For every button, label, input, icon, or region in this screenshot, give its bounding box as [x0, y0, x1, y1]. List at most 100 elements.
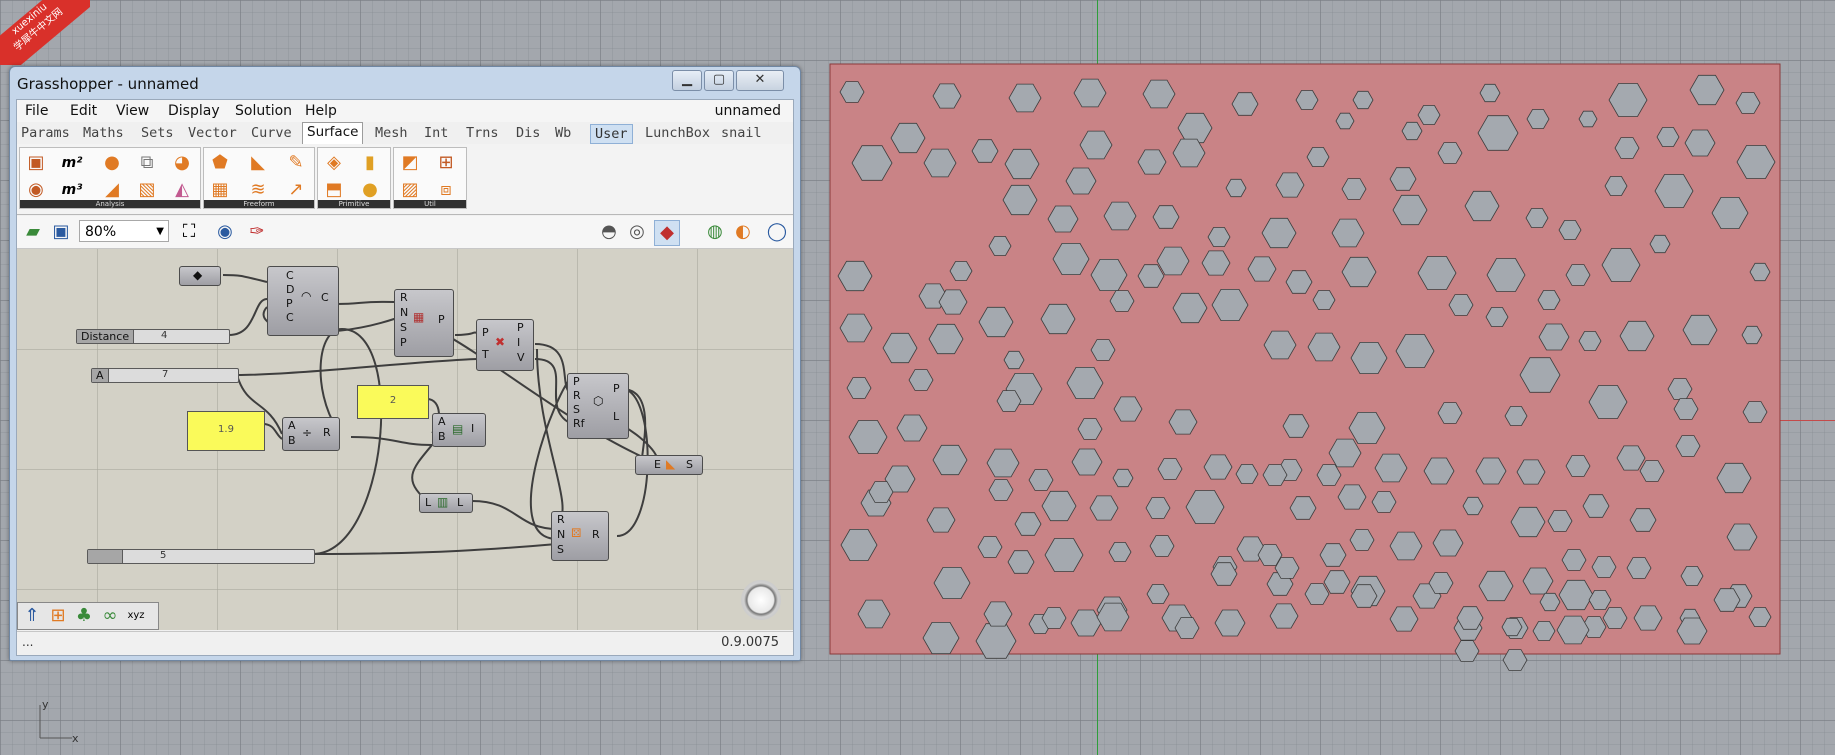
shaded-preview-icon[interactable]: ◎ [625, 220, 649, 244]
surface-closest-icon[interactable]: ◢ [100, 178, 124, 202]
display-mode-icon[interactable]: ◯ [765, 220, 789, 244]
input-pin[interactable]: R [557, 513, 565, 526]
output-pin[interactable]: L [457, 496, 463, 509]
sprout-icon[interactable]: ♣ [72, 604, 96, 628]
gh-canvas[interactable]: ◆ C D P C ◠ C Distance 4 R N S P ▦ P P T… [17, 249, 793, 630]
output-pin[interactable]: R [323, 426, 331, 439]
polygon-component[interactable]: P R S Rf ⬡ P L [567, 373, 629, 439]
output-pin[interactable]: C [321, 291, 329, 304]
divide-domain-icon[interactable]: ⊞ [434, 151, 458, 175]
slider-bottom[interactable]: 5 [87, 549, 315, 564]
extrude-icon[interactable]: ◣ [246, 151, 270, 175]
tab-maths[interactable]: Maths [79, 124, 128, 142]
panel-2[interactable]: 2 [357, 385, 429, 419]
network-surface-icon[interactable]: ▦ [208, 178, 232, 202]
input-pin[interactable]: S [400, 321, 407, 334]
title-bar[interactable]: Grasshopper - unnamed ▁ ▢ ✕ [10, 67, 800, 99]
extrude-component[interactable]: E ◣ S [635, 455, 703, 475]
input-pin[interactable]: A [438, 415, 446, 428]
geometry-param[interactable]: ◆ [179, 266, 221, 286]
menu-display[interactable]: Display [168, 103, 220, 119]
tab-snail[interactable]: snail [717, 124, 766, 142]
tab-dis[interactable]: Dis [512, 124, 544, 142]
rail-revolution-icon[interactable]: ↗ [284, 178, 308, 202]
volume-icon[interactable]: m³ [60, 178, 84, 202]
input-pin[interactable]: C [286, 311, 294, 324]
tab-wb[interactable]: Wb [551, 124, 575, 142]
wireframe-preview-icon[interactable]: ◓ [597, 220, 621, 244]
tab-lunchbox[interactable]: LunchBox [641, 124, 714, 142]
output-pin[interactable]: P [613, 382, 620, 395]
link-icon[interactable]: ∞ [98, 604, 122, 628]
output-pin[interactable]: L [613, 410, 619, 423]
output-pin[interactable]: P [517, 321, 524, 334]
menu-solution[interactable]: Solution [235, 103, 292, 119]
brep-closest-icon[interactable]: ● [100, 151, 124, 175]
loft-icon[interactable]: ✎ [284, 151, 308, 175]
brep-edges-icon[interactable]: ▧ [135, 178, 159, 202]
zoom-extents-icon[interactable]: ⛶ [177, 220, 201, 244]
output-pin[interactable]: P [438, 313, 445, 326]
input-pin[interactable]: C [286, 269, 294, 282]
input-pin[interactable]: P [400, 336, 407, 349]
tab-trns[interactable]: Trns [462, 124, 503, 142]
output-pin[interactable]: I [517, 336, 520, 349]
minimize-button[interactable]: ▁ [672, 70, 702, 91]
area-icon[interactable]: m² [60, 151, 84, 175]
open-file-icon[interactable]: ▰ [21, 220, 45, 244]
point-in-icon[interactable]: ◕ [170, 151, 194, 175]
slider-a[interactable]: A 7 [91, 368, 239, 383]
sphere-icon[interactable]: ● [358, 178, 382, 202]
jump-icon[interactable]: ⇑ [20, 604, 44, 628]
sketch-pen-icon[interactable]: ✑ [245, 220, 269, 244]
input-pin[interactable]: R [400, 291, 408, 304]
output-pin[interactable]: I [471, 422, 474, 435]
plane-surface-icon[interactable]: ⬒ [322, 178, 346, 202]
input-pin[interactable]: P [286, 297, 293, 310]
input-pin[interactable]: A [288, 419, 296, 432]
input-pin[interactable]: S [557, 543, 564, 556]
divide-surface-component[interactable]: R N S P ▦ P [394, 289, 454, 357]
tab-int[interactable]: Int [420, 124, 452, 142]
cylinder-icon[interactable]: ▮ [358, 151, 382, 175]
output-pin[interactable]: S [686, 458, 693, 471]
tab-vector[interactable]: Vector [184, 124, 241, 142]
list-length-component[interactable]: L ▥ L [419, 493, 473, 513]
copy-trim-icon[interactable]: ⧈ [434, 178, 458, 202]
four-point-surface-icon[interactable]: ⬟ [208, 151, 232, 175]
input-pin[interactable]: P [573, 375, 580, 388]
isotrim-icon[interactable]: ▨ [398, 178, 422, 202]
input-pin[interactable]: L [425, 496, 431, 509]
selected-preview-icon[interactable]: ◆ [654, 220, 680, 246]
panel-1-9[interactable]: 1.9 [187, 411, 265, 451]
cluster-icon[interactable]: ⊞ [46, 604, 70, 628]
close-button[interactable]: ✕ [736, 70, 784, 91]
preview-eye-icon[interactable]: ◉ [213, 220, 237, 244]
input-pin[interactable]: B [288, 434, 296, 447]
input-pin[interactable]: S [573, 403, 580, 416]
random-component[interactable]: R N S ⚄ R [551, 511, 609, 561]
input-pin[interactable]: E [654, 458, 661, 471]
output-pin[interactable]: R [592, 528, 600, 541]
material-preview-icon[interactable]: ◐ [731, 220, 755, 244]
navigation-compass[interactable] [741, 580, 781, 620]
circle-cnr-component[interactable]: C D P C ◠ C [267, 266, 339, 336]
input-pin[interactable]: B [438, 430, 446, 443]
box-analysis-icon[interactable]: ▣ [24, 151, 48, 175]
menu-view[interactable]: View [116, 103, 149, 119]
tab-sets[interactable]: Sets [137, 124, 178, 142]
bake-icon[interactable]: ◍ [703, 220, 727, 244]
surface-points-icon[interactable]: ◭ [170, 178, 194, 202]
smaller-than-component[interactable]: A B ▤ I [432, 413, 486, 447]
menu-edit[interactable]: Edit [70, 103, 97, 119]
division-component[interactable]: A B ÷ R [282, 417, 340, 451]
input-pin[interactable]: R [573, 389, 581, 402]
tab-surface[interactable]: Surface [302, 122, 364, 145]
offset-icon[interactable]: ◩ [398, 151, 422, 175]
xyz-icon[interactable]: xyz [124, 604, 148, 628]
menu-help[interactable]: Help [305, 103, 337, 119]
zoom-dropdown[interactable]: 80% ▼ [79, 220, 169, 242]
tab-curve[interactable]: Curve [247, 124, 296, 142]
sweep-icon[interactable]: ≋ [246, 178, 270, 202]
save-file-icon[interactable]: ▣ [49, 220, 73, 244]
